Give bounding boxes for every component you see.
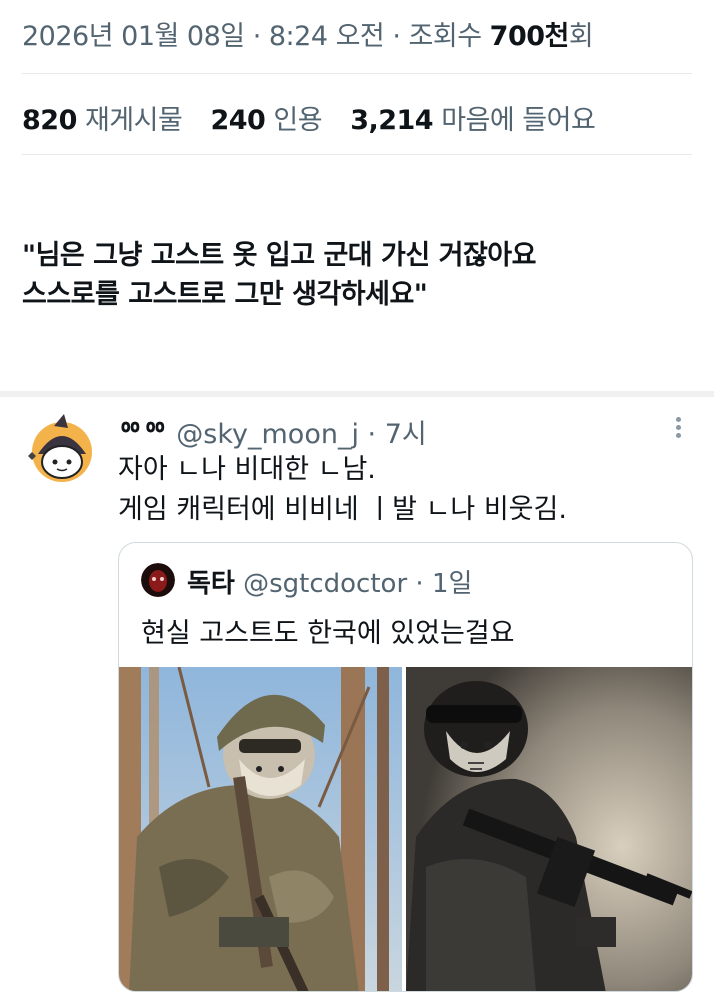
likes-stat[interactable]: 3,214 마음에 들어요 [350,105,615,136]
quoted-handle[interactable]: @sgtcdoctor [243,569,407,599]
red-mask-avatar [141,563,175,597]
caption-text: "님은 그냥 고스트 옷 입고 군대 가신 거잖아요 스스로를 고스트로 그만 … [22,236,537,314]
quoted-tweet-header: 독타 @sgtcdoctor · 1일 [187,569,473,599]
tweet-date: 2026년 01월 08일 [22,21,245,52]
ghost-character-photo[interactable] [406,667,692,991]
engagement-stats: 820 재게시물 240 인용 3,214 마음에 들어요 [22,98,615,137]
views-count: 700천 [489,21,570,52]
quotes-stat[interactable]: 240 인용 [210,105,350,136]
views-suffix: 회 [568,21,594,52]
reposts-stat[interactable]: 820 재게시물 [22,105,210,136]
tweet-line-2: 게임 캐릭터에 비비네 ㅣ발 ㄴ나 비웃김. [118,494,567,525]
likes-count: 3,214 [350,105,434,136]
quoted-display-name[interactable]: 독타 [187,569,235,599]
likes-label: 마음에 들어요 [441,105,596,136]
tweet-text: 자아 ㄴ나 비대한 ㄴ남. 게임 캐릭터에 비비네 ㅣ발 ㄴ나 비웃김. [118,450,567,530]
tweet-meta: 2026년 01월 08일 · 8:24 오전 · 조회수 700천회 [22,21,594,52]
divider [22,73,692,74]
soldier-photo[interactable] [119,667,402,991]
section-separator [0,391,714,397]
caption-line-2: 스스로를 고스트로 그만 생각하세요" [22,279,428,310]
tweet-display-name[interactable]: ᅇᅇ [118,419,168,450]
tweet-header: ᅇᅇ @sky_moon_j · 7시 [118,419,427,450]
quoted-tweet-text: 현실 고스트도 한국에 있었는걸요 [141,618,515,649]
tweet-time[interactable]: 7시 [385,419,427,450]
quotes-count: 240 [210,105,266,136]
quotes-label: 인용 [273,105,323,136]
quoted-time: 1일 [431,569,473,599]
witch-hat-ghost-avatar[interactable] [24,412,92,484]
caption-line-1: "님은 그냥 고스트 옷 입고 군대 가신 거잖아요 [22,240,537,271]
reposts-label: 재게시물 [84,105,183,136]
views-label: 조회수 [408,21,483,52]
reposts-count: 820 [22,105,77,136]
divider [22,154,692,155]
quoted-tweet-card[interactable]: 독타 @sgtcdoctor · 1일 현실 고스트도 한국에 있었는걸요 [118,542,693,992]
tweet-line-1: 자아 ㄴ나 비대한 ㄴ남. [118,454,376,485]
tweet-handle[interactable]: @sky_moon_j [176,419,359,450]
tweet-time: 8:24 오전 [268,21,385,52]
more-vertical-icon[interactable] [668,414,688,444]
